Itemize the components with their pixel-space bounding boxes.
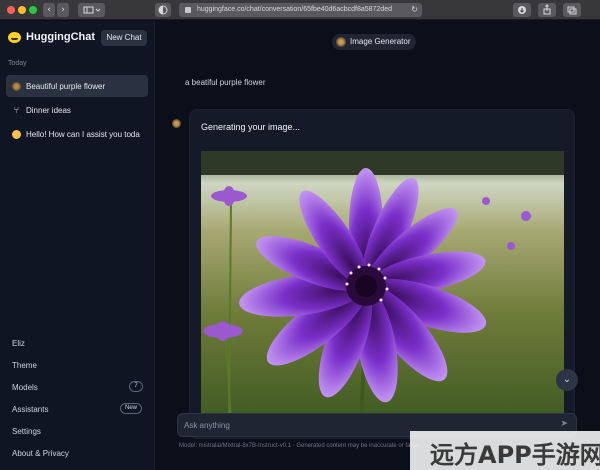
huggingface-logo-icon bbox=[8, 31, 21, 43]
assistant-avatar-icon bbox=[336, 37, 346, 47]
half-circle-icon bbox=[158, 5, 168, 15]
scroll-down-button[interactable]: ⌄ bbox=[556, 369, 578, 391]
url-text: huggingface.co/chat/conversation/65fbe40… bbox=[197, 6, 392, 13]
assistant-message-text: Generating your image... bbox=[201, 122, 301, 132]
model-name: Image Generator bbox=[350, 37, 411, 46]
close-window-button[interactable] bbox=[7, 6, 15, 14]
watermark: 远方APP手游网 bbox=[410, 431, 600, 470]
conversation-label: Dinner ideas bbox=[26, 105, 71, 115]
flower-illustration bbox=[201, 151, 564, 421]
privacy-report-button[interactable] bbox=[155, 3, 171, 17]
back-button[interactable]: ‹ bbox=[43, 3, 55, 17]
user-profile-link[interactable]: Eliz bbox=[12, 339, 25, 348]
assistant-message: Generating your image... bbox=[189, 109, 575, 439]
conversation-item[interactable]: Beautiful purple flower bbox=[6, 75, 148, 97]
about-privacy-link[interactable]: About & Privacy bbox=[12, 449, 69, 458]
models-link[interactable]: Models bbox=[12, 383, 38, 392]
reload-icon[interactable]: ↻ bbox=[411, 3, 418, 17]
models-count-badge: 7 bbox=[129, 381, 143, 392]
brand[interactable]: HuggingChat bbox=[8, 31, 95, 43]
sidebar-icon bbox=[83, 6, 100, 14]
address-bar[interactable]: huggingface.co/chat/conversation/65fbe40… bbox=[179, 3, 422, 17]
minimize-window-button[interactable] bbox=[18, 6, 26, 14]
sidebar-toggle-button[interactable] bbox=[78, 3, 105, 17]
send-icon[interactable]: ➤ bbox=[560, 419, 568, 429]
conversation-label: Hello! How can I assist you toda bbox=[26, 129, 140, 139]
conversation-item[interactable]: ⑂ Dinner ideas bbox=[6, 99, 148, 121]
assistant-avatar-icon bbox=[172, 119, 181, 128]
lock-icon bbox=[185, 7, 191, 13]
user-message: a beatiful purple flower bbox=[185, 78, 266, 87]
chevron-down-icon: ⌄ bbox=[562, 374, 572, 385]
assistants-link[interactable]: Assistants bbox=[12, 405, 48, 414]
share-button[interactable] bbox=[538, 3, 556, 17]
model-chip[interactable]: Image Generator bbox=[332, 34, 417, 50]
sidebar: HuggingChat New Chat Today Beautiful pur… bbox=[0, 21, 155, 470]
maximize-window-button[interactable] bbox=[29, 6, 37, 14]
chat-area: Image Generator a beatiful purple flower… bbox=[155, 21, 600, 470]
flower-icon bbox=[12, 81, 21, 91]
new-badge: New bbox=[120, 403, 142, 414]
conversation-label: Beautiful purple flower bbox=[26, 81, 106, 91]
download-icon bbox=[518, 6, 526, 14]
share-icon bbox=[543, 4, 551, 15]
smile-icon bbox=[12, 129, 21, 139]
tab-overview-button[interactable] bbox=[563, 3, 581, 17]
tabs-icon bbox=[567, 6, 577, 15]
watermark-text: 远方APP手游网 bbox=[430, 441, 600, 469]
new-chat-button[interactable]: New Chat bbox=[101, 30, 147, 46]
section-label-today: Today bbox=[8, 60, 27, 67]
conversation-item[interactable]: Hello! How can I assist you toda bbox=[6, 123, 148, 145]
forward-button[interactable]: › bbox=[57, 3, 69, 17]
theme-link[interactable]: Theme bbox=[12, 361, 37, 370]
fork-knife-icon: ⑂ bbox=[13, 104, 20, 115]
brand-name: HuggingChat bbox=[26, 31, 96, 43]
model-disclaimer: Model: mistralai/Mixtral-8x7B-Instruct-v… bbox=[179, 443, 420, 449]
browser-toolbar: ‹ › huggingface.co/chat/conversation/65f… bbox=[0, 0, 600, 20]
settings-link[interactable]: Settings bbox=[12, 427, 41, 436]
generated-flower-image[interactable] bbox=[201, 151, 564, 421]
downloads-button[interactable] bbox=[513, 3, 531, 17]
